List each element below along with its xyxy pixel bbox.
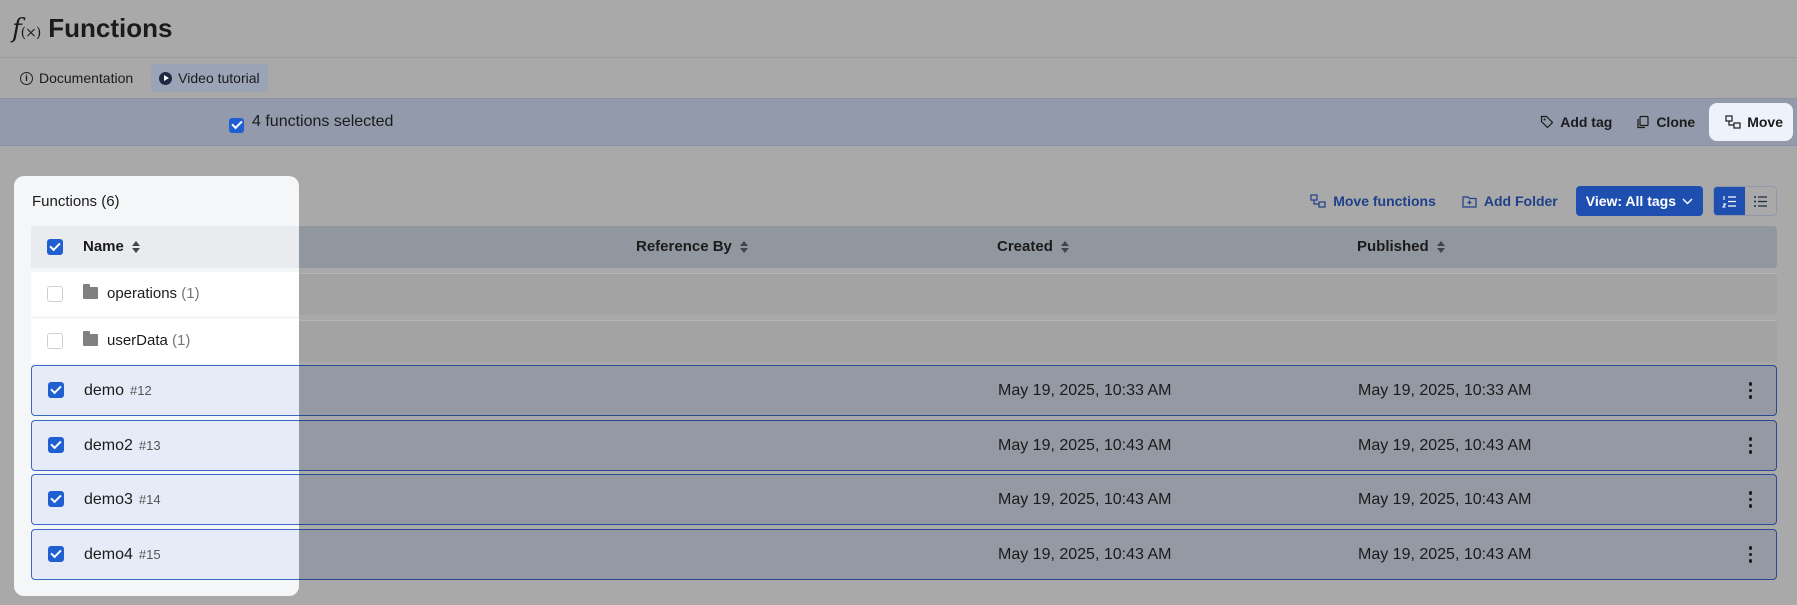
list-icon bbox=[1754, 195, 1767, 207]
functions-panel: Functions (6) Name operations (1) userDa… bbox=[14, 176, 299, 596]
sort-icon bbox=[740, 241, 748, 253]
copy-icon bbox=[1637, 115, 1649, 129]
function-name-cell[interactable]: demo2 #13 bbox=[31, 420, 299, 471]
folder-label: userData bbox=[107, 332, 168, 349]
list-view-button[interactable] bbox=[1745, 187, 1776, 215]
column-created[interactable]: Created bbox=[997, 238, 1069, 255]
play-icon bbox=[159, 71, 173, 85]
more-options-icon[interactable] bbox=[1748, 546, 1752, 563]
tree-view-button[interactable] bbox=[1714, 187, 1745, 215]
panel-title: Functions (6) bbox=[32, 193, 120, 210]
help-links: i Documentation Video tutorial bbox=[0, 60, 1797, 96]
page-header: f(×) Functions bbox=[0, 0, 1797, 58]
ordered-list-icon bbox=[1722, 195, 1736, 208]
documentation-label: Documentation bbox=[39, 70, 134, 86]
tag-icon bbox=[1541, 115, 1554, 129]
sort-icon bbox=[1061, 241, 1069, 253]
select-all-checkbox[interactable] bbox=[47, 239, 63, 255]
folder-name: userData (1) bbox=[83, 331, 191, 349]
move-folder-icon bbox=[1725, 115, 1741, 129]
view-mode-toggle bbox=[1713, 186, 1777, 216]
sort-icon bbox=[132, 241, 140, 253]
function-id: #12 bbox=[130, 383, 152, 398]
function-name-cell[interactable]: demo4 #15 bbox=[31, 529, 299, 580]
view-label: View: All tags bbox=[1585, 193, 1676, 209]
function-name: demo #12 bbox=[84, 382, 152, 400]
move-functions-button[interactable]: Move functions bbox=[1302, 187, 1444, 215]
function-label: demo2 bbox=[84, 437, 133, 454]
function-id: #13 bbox=[138, 438, 161, 453]
published-cell: May 19, 2025, 10:43 AM bbox=[1358, 437, 1532, 454]
folder-icon bbox=[83, 284, 98, 299]
column-label: Name bbox=[83, 238, 124, 255]
column-label: Reference By bbox=[636, 238, 732, 255]
created-cell: May 19, 2025, 10:33 AM bbox=[998, 382, 1172, 399]
info-icon: i bbox=[20, 71, 33, 85]
folder-icon bbox=[83, 331, 98, 346]
move-functions-label: Move functions bbox=[1333, 193, 1436, 209]
list-toolbar: Move functions Add Folder View: All tags bbox=[1302, 186, 1777, 216]
function-label: demo3 bbox=[84, 491, 133, 508]
add-tag-label: Add tag bbox=[1560, 114, 1613, 130]
created-cell: May 19, 2025, 10:43 AM bbox=[998, 437, 1172, 454]
function-name-cell[interactable]: demo #12 bbox=[31, 365, 299, 416]
function-name: demo2 #13 bbox=[84, 437, 161, 455]
function-name: demo4 #15 bbox=[84, 546, 161, 564]
created-cell: May 19, 2025, 10:43 AM bbox=[998, 546, 1172, 563]
selection-bar: 4 functions selected Add tag Clone Move bbox=[0, 98, 1797, 146]
chevron-down-icon bbox=[1682, 198, 1693, 204]
column-label: Created bbox=[997, 238, 1053, 255]
selection-actions: Add tag Clone Move bbox=[1530, 103, 1793, 141]
folder-count: (1) bbox=[181, 285, 200, 302]
sort-icon bbox=[1437, 241, 1445, 253]
add-folder-button[interactable]: Add Folder bbox=[1454, 187, 1566, 215]
column-reference-by[interactable]: Reference By bbox=[636, 238, 748, 255]
created-cell: May 19, 2025, 10:43 AM bbox=[998, 491, 1172, 508]
row-checkbox[interactable] bbox=[48, 491, 64, 507]
folder-count: (1) bbox=[172, 332, 191, 349]
selection-count: 4 functions selected bbox=[252, 113, 394, 130]
add-tag-button[interactable]: Add tag bbox=[1530, 103, 1622, 141]
function-id: #14 bbox=[138, 492, 161, 507]
more-options-icon[interactable] bbox=[1748, 382, 1752, 399]
function-name: demo3 #14 bbox=[84, 491, 161, 509]
name-column-header: Name bbox=[31, 226, 299, 268]
add-folder-label: Add Folder bbox=[1483, 193, 1558, 209]
row-checkbox[interactable] bbox=[47, 333, 63, 349]
select-all-toggle[interactable] bbox=[229, 115, 244, 133]
folder-item[interactable]: userData (1) bbox=[31, 319, 299, 363]
published-cell: May 19, 2025, 10:43 AM bbox=[1358, 546, 1532, 563]
column-label: Published bbox=[1357, 238, 1429, 255]
function-label: demo4 bbox=[84, 546, 133, 563]
move-folder-icon bbox=[1310, 194, 1326, 208]
more-options-icon[interactable] bbox=[1748, 491, 1752, 508]
published-cell: May 19, 2025, 10:33 AM bbox=[1358, 382, 1532, 399]
folder-plus-icon bbox=[1462, 195, 1477, 208]
move-label: Move bbox=[1747, 114, 1783, 130]
function-id: #15 bbox=[138, 547, 161, 562]
video-tutorial-link[interactable]: Video tutorial bbox=[151, 64, 268, 92]
row-checkbox[interactable] bbox=[47, 286, 63, 302]
function-label: demo bbox=[84, 382, 125, 399]
function-icon: f(×) bbox=[12, 13, 41, 44]
page-title: Functions bbox=[48, 13, 173, 43]
column-published[interactable]: Published bbox=[1357, 238, 1445, 255]
function-name-cell[interactable]: demo3 #14 bbox=[31, 474, 299, 525]
clone-label: Clone bbox=[1656, 114, 1696, 130]
clone-button[interactable]: Clone bbox=[1626, 103, 1705, 141]
row-checkbox[interactable] bbox=[48, 382, 64, 398]
row-checkbox[interactable] bbox=[48, 546, 64, 562]
row-checkbox[interactable] bbox=[48, 437, 64, 453]
folder-item[interactable]: operations (1) bbox=[31, 272, 299, 316]
published-cell: May 19, 2025, 10:43 AM bbox=[1358, 491, 1532, 508]
selected-checkbox[interactable] bbox=[229, 117, 244, 133]
move-button[interactable]: Move bbox=[1709, 103, 1793, 141]
video-tutorial-label: Video tutorial bbox=[178, 70, 260, 86]
documentation-link[interactable]: i Documentation bbox=[12, 64, 141, 92]
column-name[interactable]: Name bbox=[83, 238, 140, 255]
view-tags-dropdown[interactable]: View: All tags bbox=[1575, 186, 1703, 216]
folder-label: operations bbox=[107, 285, 178, 302]
more-options-icon[interactable] bbox=[1748, 437, 1752, 454]
folder-name: operations (1) bbox=[83, 284, 200, 302]
